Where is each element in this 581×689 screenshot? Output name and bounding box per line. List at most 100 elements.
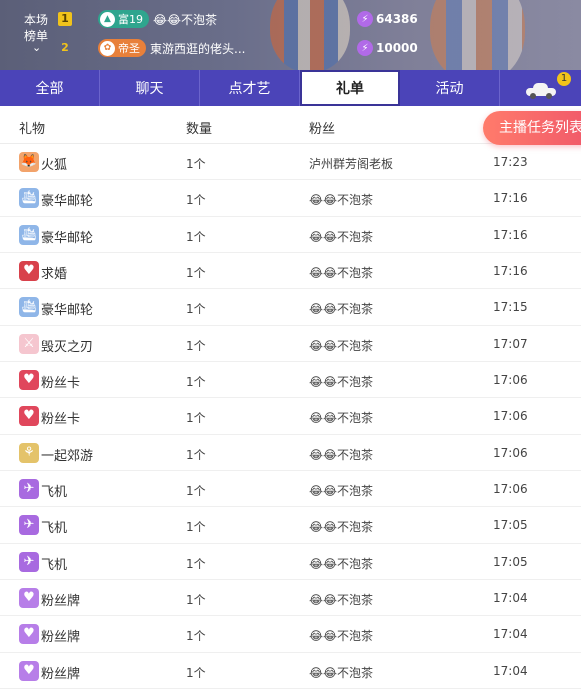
- gift-quantity: 1个: [186, 375, 206, 390]
- gift-name: 粉丝牌: [41, 666, 81, 682]
- gift-name: 粉丝牌: [41, 594, 81, 610]
- table-row[interactable]: ♥ 粉丝牌 1个 😂😂不泡茶 17:04: [0, 616, 581, 653]
- gift-name: 粉丝卡: [41, 412, 81, 428]
- ranking-entry-1[interactable]: 1 ▲ 富19 😂😂不泡茶: [58, 8, 217, 30]
- gift-time: 17:06: [493, 409, 528, 424]
- fan-name: 😂😂不泡茶: [309, 266, 374, 281]
- chevron-down-icon[interactable]: ⌄: [32, 42, 41, 54]
- gift-time: 17:16: [493, 264, 528, 279]
- fan-name: 😂😂不泡茶: [309, 302, 374, 317]
- gift-quantity: 1个: [186, 193, 206, 208]
- airplane-icon: ✈: [19, 515, 39, 536]
- lightning-icon: ⚡: [357, 11, 373, 27]
- column-header-gift: 礼物: [19, 122, 46, 137]
- tab-bar: 全部 聊天 点才艺 礼单 活动 1: [0, 70, 581, 106]
- noble-title-badge: ✿ 帝圣: [98, 39, 146, 57]
- ranking-label-line1: 本场: [23, 13, 48, 27]
- gift-name: 粉丝卡: [41, 376, 81, 392]
- tab-talent-request[interactable]: 点才艺: [200, 70, 300, 106]
- rank-score: ⚡ 10000: [357, 38, 418, 58]
- fan-card-icon: ♥: [19, 370, 39, 391]
- car-icon: [525, 83, 556, 99]
- cruise-ship-icon: 🛳: [19, 188, 39, 209]
- fan-name: 😂😂不泡茶: [309, 484, 374, 499]
- gift-time: 17:06: [493, 482, 528, 497]
- table-row[interactable]: 🦊 火狐 1个 泸州群芳阁老板 17:23: [0, 144, 581, 181]
- table-row[interactable]: ⚘ 一起郊游 1个 😂😂不泡茶 17:06: [0, 435, 581, 472]
- fan-card-icon: ♥: [19, 406, 39, 427]
- table-row[interactable]: 🛳 豪华邮轮 1个 😂😂不泡茶 17:16: [0, 180, 581, 217]
- fan-name: 😂😂不泡茶: [309, 338, 374, 353]
- gift-quantity: 1个: [186, 411, 206, 426]
- blade-icon: ⚔: [19, 333, 39, 354]
- fan-name: 😂😂不泡茶: [309, 593, 374, 608]
- tab-all[interactable]: 全部: [0, 70, 100, 106]
- gift-time: 17:04: [493, 627, 528, 642]
- gift-quantity: 1个: [186, 229, 206, 244]
- table-row[interactable]: ♥ 粉丝卡 1个 😂😂不泡茶 17:06: [0, 398, 581, 435]
- tab-gift-list[interactable]: 礼单: [300, 70, 400, 106]
- table-row[interactable]: ✈ 飞机 1个 😂😂不泡茶 17:05: [0, 544, 581, 581]
- lightning-icon: ⚡: [357, 40, 373, 56]
- fan-name: 😂😂不泡茶: [309, 447, 374, 462]
- cruise-ship-icon: 🛳: [19, 297, 39, 318]
- gift-time: 17:04: [493, 591, 528, 606]
- fan-name: 😂😂不泡茶: [309, 556, 374, 571]
- gift-time: 17:07: [493, 336, 528, 351]
- host-task-list-button[interactable]: 主播任务列表: [483, 111, 581, 145]
- tab-chat[interactable]: 聊天: [100, 70, 200, 106]
- rank-user-name: 😂😂不泡茶: [153, 12, 218, 27]
- table-row[interactable]: ✈ 飞机 1个 😂😂不泡茶 17:06: [0, 471, 581, 508]
- gift-name: 一起郊游: [41, 448, 94, 464]
- gift-quantity: 1个: [186, 302, 206, 317]
- outing-icon: ⚘: [19, 442, 39, 463]
- table-row[interactable]: ♥ 求婚 1个 😂😂不泡茶 17:16: [0, 253, 581, 290]
- gift-name: 飞机: [41, 521, 68, 537]
- table-row[interactable]: ♥ 粉丝牌 1个 😂😂不泡茶 17:04: [0, 580, 581, 617]
- fan-badge-icon: ♥: [19, 588, 39, 609]
- gift-name: 毁灭之刃: [41, 339, 94, 355]
- table-row[interactable]: ⚔ 毁灭之刃 1个 😂😂不泡茶 17:07: [0, 326, 581, 363]
- proposal-icon: ♥: [19, 261, 39, 282]
- ranking-entry-2[interactable]: 2 ✿ 帝圣 東游西逛的佬头...: [58, 37, 245, 59]
- ranking-label[interactable]: 本场 榜单: [14, 12, 58, 44]
- balloon-decoration: [270, 0, 350, 70]
- gift-name: 飞机: [41, 557, 68, 573]
- table-row[interactable]: ♥ 粉丝牌 1个 😂😂不泡茶 17:04: [0, 653, 581, 689]
- table-row[interactable]: 🛳 豪华邮轮 1个 😂😂不泡茶 17:15: [0, 289, 581, 326]
- tab-activity[interactable]: 活动: [400, 70, 500, 106]
- fan-badge-icon: ♥: [19, 624, 39, 645]
- score-value: 64386: [376, 12, 418, 26]
- gift-name: 粉丝牌: [41, 630, 81, 646]
- gift-time: 17:16: [493, 227, 528, 242]
- gift-quantity: 1个: [186, 338, 206, 353]
- gift-name: 求婚: [41, 267, 68, 283]
- gift-time: 17:05: [493, 554, 528, 569]
- gift-quantity: 1个: [186, 556, 206, 571]
- wealth-level-badge: ▲ 富19: [98, 10, 149, 28]
- gift-quantity: 1个: [186, 484, 206, 499]
- fan-name: 😂😂不泡茶: [309, 375, 374, 390]
- column-header-quantity: 数量: [186, 122, 213, 137]
- gift-name: 豪华邮轮: [41, 194, 94, 210]
- fan-name: 😂😂不泡茶: [309, 665, 374, 680]
- gift-time: 17:15: [493, 300, 528, 315]
- fox-icon: 🦊: [19, 152, 39, 172]
- table-row[interactable]: ✈ 飞机 1个 😂😂不泡茶 17:05: [0, 507, 581, 544]
- fan-name: 😂😂不泡茶: [309, 520, 374, 535]
- gift-table-body: 🦊 火狐 1个 泸州群芳阁老板 17:23 🛳 豪华邮轮 1个 😂😂不泡茶 17:16 🛳 豪华邮轮 1…: [0, 144, 581, 689]
- table-row[interactable]: 🛳 豪华邮轮 1个 😂😂不泡茶 17:16: [0, 217, 581, 254]
- badge-text: 富19: [118, 13, 143, 26]
- tab-car[interactable]: 1: [500, 70, 581, 106]
- airplane-icon: ✈: [19, 551, 39, 572]
- airplane-icon: ✈: [19, 479, 39, 500]
- gift-quantity: 1个: [186, 266, 206, 281]
- cruise-ship-icon: 🛳: [19, 224, 39, 245]
- gift-quantity: 1个: [186, 665, 206, 680]
- gift-time: 17:04: [493, 663, 528, 678]
- fan-name: 😂😂不泡茶: [309, 229, 374, 244]
- table-row[interactable]: ♥ 粉丝卡 1个 😂😂不泡茶 17:06: [0, 362, 581, 399]
- gift-quantity: 1个: [186, 629, 206, 644]
- gift-time: 17:05: [493, 518, 528, 533]
- gift-time: 17:16: [493, 191, 528, 206]
